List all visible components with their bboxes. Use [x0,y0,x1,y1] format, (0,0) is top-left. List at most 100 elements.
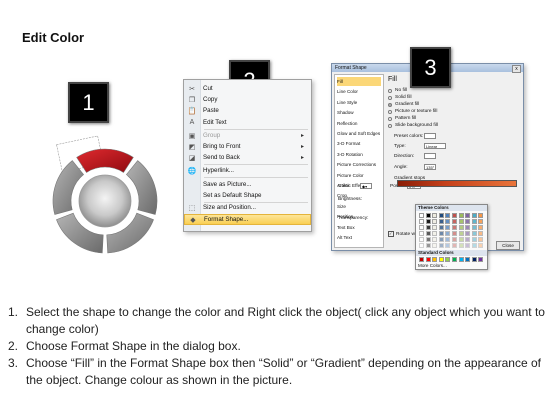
standard-color-swatch[interactable] [452,257,457,262]
theme-color-swatch[interactable] [419,237,424,242]
theme-color-swatch[interactable] [445,225,451,230]
standard-color-swatch[interactable] [471,257,477,262]
theme-color-swatch[interactable] [452,231,457,236]
menu-item-size-and-position[interactable]: ⬚ Size and Position... [184,202,311,213]
theme-color-swatch[interactable] [458,231,464,236]
theme-color-swatch[interactable] [478,231,484,236]
theme-color-swatch[interactable] [438,231,444,236]
fill-option-radio[interactable]: No fill [388,88,407,93]
cycle-diagram[interactable] [45,135,165,265]
theme-color-swatch[interactable] [419,225,424,230]
menu-item-hyperlink[interactable]: 🌐 Hyperlink... [184,165,311,176]
dialog-nav-item[interactable]: 3-D Format [337,139,381,148]
theme-color-swatch[interactable] [432,231,438,236]
menu-item-format-shape[interactable]: ◆ Format Shape... [184,214,311,225]
theme-color-swatch[interactable] [458,225,464,230]
theme-color-swatch[interactable] [452,213,457,218]
theme-color-swatch[interactable] [471,225,477,230]
cycle-segment[interactable] [52,160,85,215]
menu-item-cut[interactable]: ✂ Cut [184,83,311,94]
dialog-nav-item[interactable]: Fill [337,77,381,86]
theme-color-swatch[interactable] [471,219,477,224]
standard-color-swatch[interactable] [478,257,484,262]
menu-item-set-as-default-shape[interactable]: Set as Default Shape [184,190,311,201]
theme-color-swatch[interactable] [425,219,431,224]
fill-field-input[interactable] [424,153,436,159]
dialog-nav-item[interactable]: Size [337,202,381,211]
theme-color-swatch[interactable] [478,225,484,230]
theme-color-swatch[interactable] [445,231,451,236]
theme-color-swatch[interactable] [432,243,438,248]
menu-item-paste[interactable]: 📋 Paste [184,105,311,116]
theme-color-swatch[interactable] [425,231,431,236]
theme-color-swatch[interactable] [452,225,457,230]
theme-color-swatch[interactable] [432,225,438,230]
menu-item-bring-to-front[interactable]: ◩ Bring to Front ▸ [184,141,311,152]
theme-color-swatch[interactable] [438,243,444,248]
standard-color-swatch[interactable] [425,257,431,262]
theme-color-swatch[interactable] [445,243,451,248]
theme-color-swatch[interactable] [458,243,464,248]
dialog-nav-item[interactable]: Reflection [337,119,381,128]
theme-color-swatch[interactable] [465,237,471,242]
theme-color-swatch[interactable] [471,243,477,248]
cycle-segment-selected[interactable] [76,148,134,173]
dialog-nav-item[interactable]: Picture Color [337,171,381,180]
menu-item-copy[interactable]: ❐ Copy [184,94,311,105]
theme-color-swatch[interactable] [478,243,484,248]
theme-color-swatch[interactable] [438,213,444,218]
fill-option-radio[interactable]: Pattern fill [388,116,416,121]
standard-color-swatch[interactable] [438,257,444,262]
dialog-nav-item[interactable]: Line Color [337,87,381,96]
theme-color-swatch[interactable] [471,213,477,218]
theme-color-swatch[interactable] [458,213,464,218]
theme-color-swatch[interactable] [432,237,438,242]
fill-option-radio[interactable]: Solid fill [388,95,412,100]
theme-color-swatch[interactable] [419,231,424,236]
dialog-nav-item[interactable]: Glow and Soft Edges [337,129,381,138]
menu-item-save-as-picture[interactable]: Save as Picture... [184,179,311,190]
dialog-nav-item[interactable]: Text Box [337,223,381,232]
theme-color-swatch[interactable] [471,237,477,242]
standard-color-swatch[interactable] [445,257,451,262]
dialog-close-icon[interactable]: x [512,65,521,73]
theme-color-swatch[interactable] [425,213,431,218]
standard-color-swatch[interactable] [458,257,464,262]
theme-color-swatch[interactable] [471,231,477,236]
fill-field-input[interactable]: 135° [424,164,436,170]
fill-field-input[interactable]: Linear [424,143,446,149]
standard-color-swatch[interactable] [465,257,471,262]
menu-item-send-to-back[interactable]: ◪ Send to Back ▸ [184,152,311,163]
theme-color-swatch[interactable] [478,219,484,224]
theme-color-swatch[interactable] [478,213,484,218]
theme-color-swatch[interactable] [478,237,484,242]
theme-color-swatch[interactable] [465,219,471,224]
theme-color-swatch[interactable] [432,213,438,218]
theme-color-swatch[interactable] [465,213,471,218]
theme-color-swatch[interactable] [419,243,424,248]
theme-color-swatch[interactable] [438,219,444,224]
theme-color-swatch[interactable] [458,219,464,224]
dialog-nav-item[interactable]: Shadow [337,108,381,117]
dialog-nav-item[interactable]: Picture Corrections [337,160,381,169]
theme-color-swatch[interactable] [445,237,451,242]
theme-color-swatch[interactable] [425,225,431,230]
menu-item-group[interactable]: ▣ Group ▸ [184,130,311,141]
color-dropdown[interactable]: ◆▾ [360,183,372,189]
theme-color-swatch[interactable] [465,231,471,236]
theme-color-swatch[interactable] [465,243,471,248]
theme-color-swatch[interactable] [452,219,457,224]
fill-option-radio[interactable]: Gradient fill [388,102,419,107]
theme-color-swatch[interactable] [452,243,457,248]
dialog-nav-item[interactable]: Alt Text [337,233,381,242]
cycle-segment[interactable] [125,160,158,215]
theme-color-swatch[interactable] [425,243,431,248]
theme-color-swatch[interactable] [438,237,444,242]
standard-color-swatch[interactable] [432,257,438,262]
gradient-stops-bar[interactable] [397,180,517,187]
close-button[interactable]: Close [496,241,520,250]
menu-item-edit-text[interactable]: A Edit Text [184,117,311,128]
more-colors-link[interactable]: More Colors... [418,263,447,268]
theme-color-swatch[interactable] [419,213,424,218]
standard-color-swatch[interactable] [419,257,424,262]
